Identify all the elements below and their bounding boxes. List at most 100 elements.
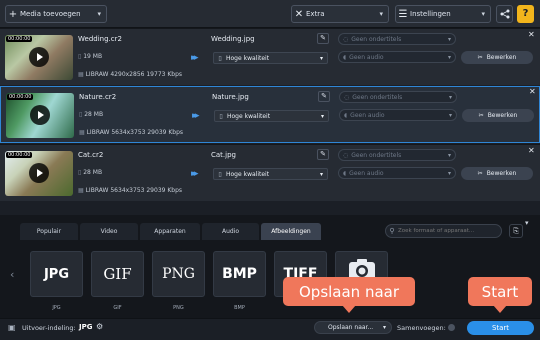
audio-value: Geen audio (349, 53, 384, 61)
edit-button[interactable]: ✂ Bewerken (462, 109, 534, 122)
search-icon: ⚲ (389, 227, 395, 235)
file-info: LIBRAW 4290x2856 19773 Kbps (85, 71, 183, 78)
subtitles-select[interactable]: ◌ Geen ondertitels ▾ (338, 33, 456, 45)
file-name: Nature.cr2 (79, 93, 117, 101)
settings-button[interactable]: ☰ Instellingen ▾ (395, 5, 491, 23)
scroll-left-icon[interactable]: ‹ (10, 268, 14, 281)
file-icon: ▯ (218, 170, 222, 178)
start-callout-text: Start (481, 282, 519, 301)
chevron-down-icon: ▾ (481, 10, 485, 18)
chevron-down-icon: ▾ (382, 324, 386, 331)
share-icon (500, 9, 509, 19)
format-search-input[interactable] (398, 228, 498, 234)
subtitles-select[interactable]: ◌ Geen ondertitels ▾ (339, 91, 457, 103)
thumbnail-time: 00:00:00 (6, 36, 33, 42)
file-size: 19 MB (83, 53, 103, 60)
audio-select[interactable]: ◖ Geen audio ▾ (338, 167, 456, 179)
file-info: LIBRAW 5634x3753 29039 Kbps (85, 187, 183, 194)
tab-video[interactable]: Video (80, 223, 138, 240)
pencil-icon[interactable]: ✎ (318, 91, 330, 102)
convert-arrow-icon: ▸▸▸ (191, 53, 198, 63)
quality-select[interactable]: ▯ Hoge kwaliteit ▾ (213, 168, 328, 180)
file-name: Wedding.cr2 (78, 35, 122, 43)
help-button[interactable]: ? (517, 5, 534, 23)
file-thumbnail[interactable]: 00:00:00 (6, 93, 74, 138)
gif-icon: GIF (103, 265, 132, 283)
pencil-icon[interactable]: ✎ (317, 149, 329, 160)
gear-icon[interactable]: ⚙ (96, 322, 103, 331)
jpg-icon: JPG (43, 266, 70, 282)
filmstrip-icon: ▦ (78, 71, 84, 78)
top-toolbar: + Media toevoegen ▾ ✕ Extra ▾ ☰ Instelli… (0, 0, 540, 28)
file-size: 28 MB (83, 169, 103, 176)
quality-select[interactable]: ▯ Hoge kwaliteit ▾ (214, 110, 329, 122)
file-row[interactable]: 00:00:00 Nature.cr2 ▯ 28 MB ▦ LIBRAW 563… (0, 86, 540, 143)
file-icon: ▯ (218, 54, 222, 62)
edit-button[interactable]: ✂ Bewerken (461, 167, 533, 180)
format-settings-icon[interactable]: ⎘ (509, 224, 523, 238)
extra-label: Extra (306, 10, 325, 18)
scissors-icon: ✂ (477, 54, 483, 61)
audio-select[interactable]: ◖ Geen audio ▾ (338, 51, 456, 63)
thumbnail-time: 00:00:00 (7, 94, 34, 100)
audio-select[interactable]: ◖ Geen audio ▾ (339, 109, 457, 121)
close-icon[interactable]: ✕ (528, 30, 535, 39)
tab-afbeeldingen[interactable]: Afbeeldingen (261, 223, 321, 240)
app-window: + Media toevoegen ▾ ✕ Extra ▾ ☰ Instelli… (0, 0, 540, 340)
output-format-label: Uitvoer-indeling: (22, 324, 76, 332)
format-search-field[interactable]: ⚲ (385, 224, 502, 238)
tab-audio[interactable]: Audio (202, 223, 259, 240)
add-media-button[interactable]: + Media toevoegen ▾ (5, 5, 107, 23)
add-media-label: Media toevoegen (20, 10, 81, 18)
file-thumbnail[interactable]: 00:00:00 (5, 35, 73, 80)
audio-icon: ◖ (343, 53, 347, 61)
subtitles-value: Geen ondertitels (351, 151, 402, 159)
start-button[interactable]: Start (467, 321, 534, 335)
file-icon: ▯ (78, 169, 82, 176)
format-jpg[interactable]: JPG (30, 251, 83, 297)
play-icon[interactable] (30, 105, 50, 125)
save-to-callout: Opslaan naar (283, 277, 415, 313)
thumbnail-time: 00:00:00 (6, 152, 33, 158)
audio-icon: ◖ (344, 111, 348, 119)
save-to-label: Opslaan naar... (328, 324, 374, 331)
file-info: LIBRAW 5634x3753 29039 Kbps (86, 129, 184, 136)
file-thumbnail[interactable]: 00:00:00 (5, 151, 73, 196)
output-file-name: Wedding.jpg (211, 35, 255, 43)
pencil-icon[interactable]: ✎ (317, 33, 329, 44)
settings-icon: ☰ (398, 8, 408, 20)
file-icon: ▯ (79, 111, 83, 118)
chevron-down-icon: ▾ (97, 10, 101, 18)
png-icon: PNG (162, 266, 195, 282)
format-label: GIF (113, 305, 122, 311)
format-gif[interactable]: GIF (91, 251, 144, 297)
edit-label: Bewerken (486, 170, 517, 177)
close-icon[interactable]: ✕ (529, 87, 536, 96)
tab-populair[interactable]: Populair (20, 223, 78, 240)
file-row[interactable]: 00:00:00 Cat.cr2 ▯ 28 MB ▦ LIBRAW 5634x3… (0, 144, 540, 201)
start-callout: Start (468, 277, 532, 313)
subtitles-value: Geen ondertitels (351, 35, 402, 43)
edit-button[interactable]: ✂ Bewerken (461, 51, 533, 64)
merge-toggle[interactable] (448, 324, 455, 331)
format-png[interactable]: PNG (152, 251, 205, 297)
close-icon[interactable]: ✕ (528, 146, 535, 155)
quality-select[interactable]: ▯ Hoge kwaliteit ▾ (213, 52, 328, 64)
save-to-select[interactable]: Opslaan naar... ▾ (314, 321, 392, 334)
file-size: 28 MB (84, 111, 104, 118)
file-name: Cat.cr2 (78, 151, 104, 159)
format-label: BMP (234, 305, 245, 311)
play-icon[interactable] (29, 163, 49, 183)
collapse-panel-icon[interactable]: ▾ (525, 219, 529, 227)
file-row[interactable]: 00:00:00 Wedding.cr2 ▯ 19 MB ▦ LIBRAW 42… (0, 28, 540, 85)
extra-button[interactable]: ✕ Extra ▾ (291, 5, 389, 23)
subtitles-select[interactable]: ◌ Geen ondertitels ▾ (338, 149, 456, 161)
edit-label: Bewerken (486, 54, 517, 61)
filmstrip-icon: ▦ (79, 129, 85, 136)
format-bmp[interactable]: BMP (213, 251, 266, 297)
share-button[interactable] (496, 5, 513, 23)
play-icon[interactable] (29, 47, 49, 67)
merge-label: Samenvoegen: (397, 324, 446, 332)
tab-apparaten[interactable]: Apparaten (140, 223, 200, 240)
quality-value: Hoge kwaliteit (226, 170, 270, 178)
